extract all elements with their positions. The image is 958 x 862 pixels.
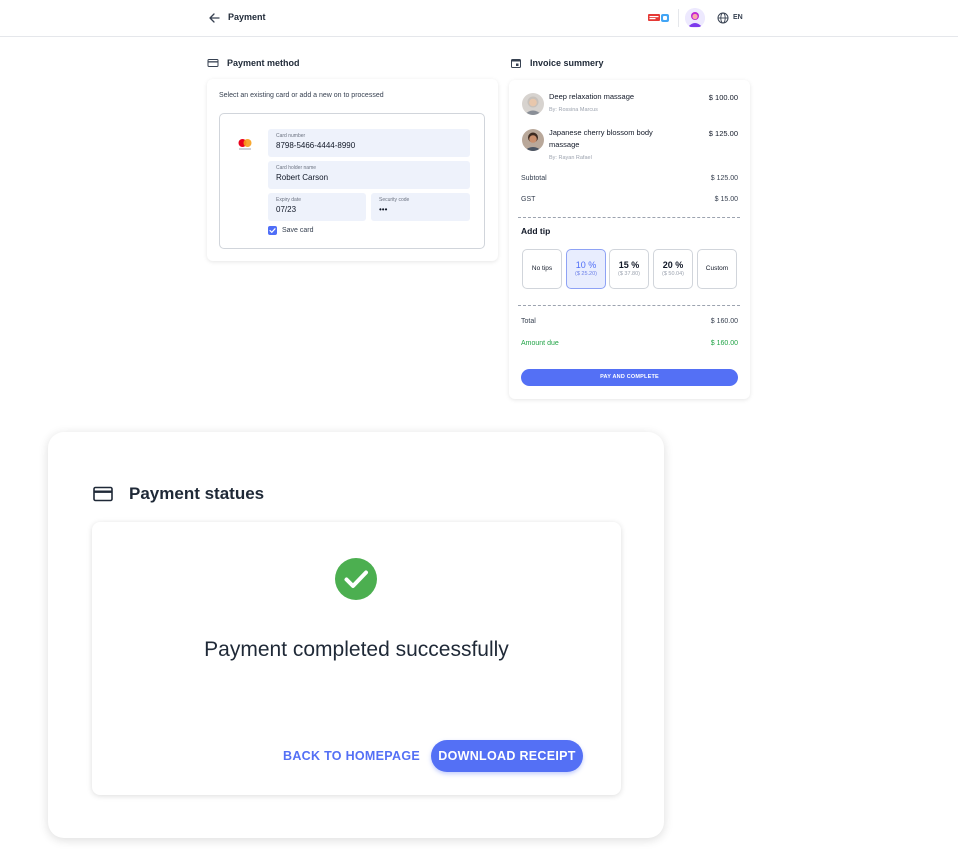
tip-percent: 10 %	[575, 260, 597, 270]
divider	[518, 305, 740, 306]
payment-status-heading: Payment statues	[93, 484, 264, 504]
payment-method-heading: Payment method	[207, 57, 300, 69]
card-number-label: Card number	[276, 133, 306, 139]
payment-status-card: Payment completed successfully BACK TO H…	[92, 522, 621, 795]
security-code-label: Security code	[379, 197, 410, 203]
credit-card-icon	[93, 486, 113, 502]
card-holder-label: Card holder name	[276, 165, 317, 171]
save-card-checkbox[interactable]	[268, 226, 277, 235]
back-to-homepage-link[interactable]: BACK TO HOMEPAGE	[283, 749, 420, 763]
language-selector[interactable]: EN	[733, 14, 743, 21]
header-divider	[678, 9, 679, 27]
subtotal-label: Subtotal	[521, 175, 547, 182]
card-holder-value: Robert Carson	[276, 173, 329, 182]
payment-status-modal: Payment statues Payment completed succes…	[48, 432, 664, 838]
subtotal-value: $ 125.00	[710, 175, 738, 182]
amount-due-label: Amount due	[521, 340, 559, 347]
invoice-item-name: Japanese cherry blossom body massage	[549, 128, 653, 149]
add-tip-title: Add tip	[521, 226, 551, 236]
tip-percent: 20 %	[662, 260, 684, 270]
invoice-summary-card: Deep relaxation massage By: Rossina Marc…	[509, 80, 750, 399]
back-arrow-icon[interactable]	[207, 11, 221, 25]
invoice-item-price: $ 125.00	[708, 129, 738, 138]
divider	[518, 217, 740, 218]
save-card-row[interactable]: Save card	[268, 226, 314, 235]
checkmark-icon	[269, 228, 276, 234]
payment-method-title: Payment method	[227, 58, 300, 68]
therapist-avatar	[522, 93, 544, 115]
tip-option-label: No tips	[531, 265, 553, 272]
user-avatar[interactable]	[685, 8, 705, 28]
invoice-item-by: By: Rossina Marcus	[549, 107, 598, 113]
expiry-date-field[interactable]: Expiry date 07/23	[268, 193, 366, 221]
payment-method-card: Select an existing card or add a new on …	[207, 79, 498, 261]
pay-and-complete-button[interactable]: PAY AND COMPLETE	[521, 369, 738, 386]
credit-card-icon	[207, 59, 219, 67]
page-title: Payment	[228, 12, 266, 22]
therapist-avatar	[522, 129, 544, 151]
payment-status-title: Payment statues	[129, 484, 265, 503]
amount-due-value: $ 160.00	[710, 340, 738, 347]
total-value: $ 160.00	[710, 318, 738, 325]
card-number-field[interactable]: Card number 8798-5466-4444-8990	[268, 129, 470, 157]
tip-amount: ($ 37.80)	[617, 271, 640, 277]
success-check-icon	[335, 558, 377, 600]
save-card-label: Save card	[282, 227, 314, 234]
calendar-icon	[511, 59, 521, 68]
invoice-item-by: By: Rayan Rafael	[549, 155, 592, 161]
expiry-date-value: 07/23	[276, 205, 297, 214]
security-code-field[interactable]: Security code •••	[371, 193, 470, 221]
brand-logo-icon	[648, 14, 669, 22]
tip-option-10[interactable]: 10 % ($ 25.20)	[566, 249, 606, 289]
tip-option-custom[interactable]: Custom	[697, 249, 737, 289]
invoice-heading: Invoice summery	[510, 57, 604, 69]
card-number-value: 8798-5466-4444-8990	[276, 141, 356, 150]
invoice-item-price: $ 100.00	[708, 93, 738, 102]
tip-percent: 15 %	[618, 260, 640, 270]
tip-option-none[interactable]: No tips	[522, 249, 562, 289]
tip-option-label: Custom	[705, 265, 729, 272]
card-holder-field[interactable]: Card holder name Robert Carson	[268, 161, 470, 189]
mastercard-icon	[238, 139, 252, 150]
gst-value: $ 15.00	[714, 196, 738, 203]
tip-amount: ($ 25.20)	[574, 271, 597, 277]
tip-option-15[interactable]: 15 % ($ 37.80)	[609, 249, 649, 289]
download-receipt-button[interactable]: DOWNLOAD RECEIPT	[431, 740, 583, 772]
gst-label: GST	[521, 196, 536, 203]
status-message: Payment completed successfully	[204, 638, 509, 661]
expiry-date-label: Expiry date	[276, 197, 302, 203]
total-label: Total	[521, 318, 536, 325]
tip-amount: ($ 50.04)	[661, 271, 684, 277]
globe-icon[interactable]	[717, 12, 729, 24]
security-code-value: •••	[379, 205, 388, 214]
invoice-title: Invoice summery	[530, 58, 604, 68]
top-bar: Payment EN	[0, 0, 958, 37]
tip-option-20[interactable]: 20 % ($ 50.04)	[653, 249, 693, 289]
payment-instruction: Select an existing card or add a new on …	[219, 92, 384, 99]
saved-card-panel[interactable]: Card number 8798-5466-4444-8990 Card hol…	[219, 113, 485, 249]
invoice-item-name: Deep relaxation massage	[549, 92, 635, 101]
